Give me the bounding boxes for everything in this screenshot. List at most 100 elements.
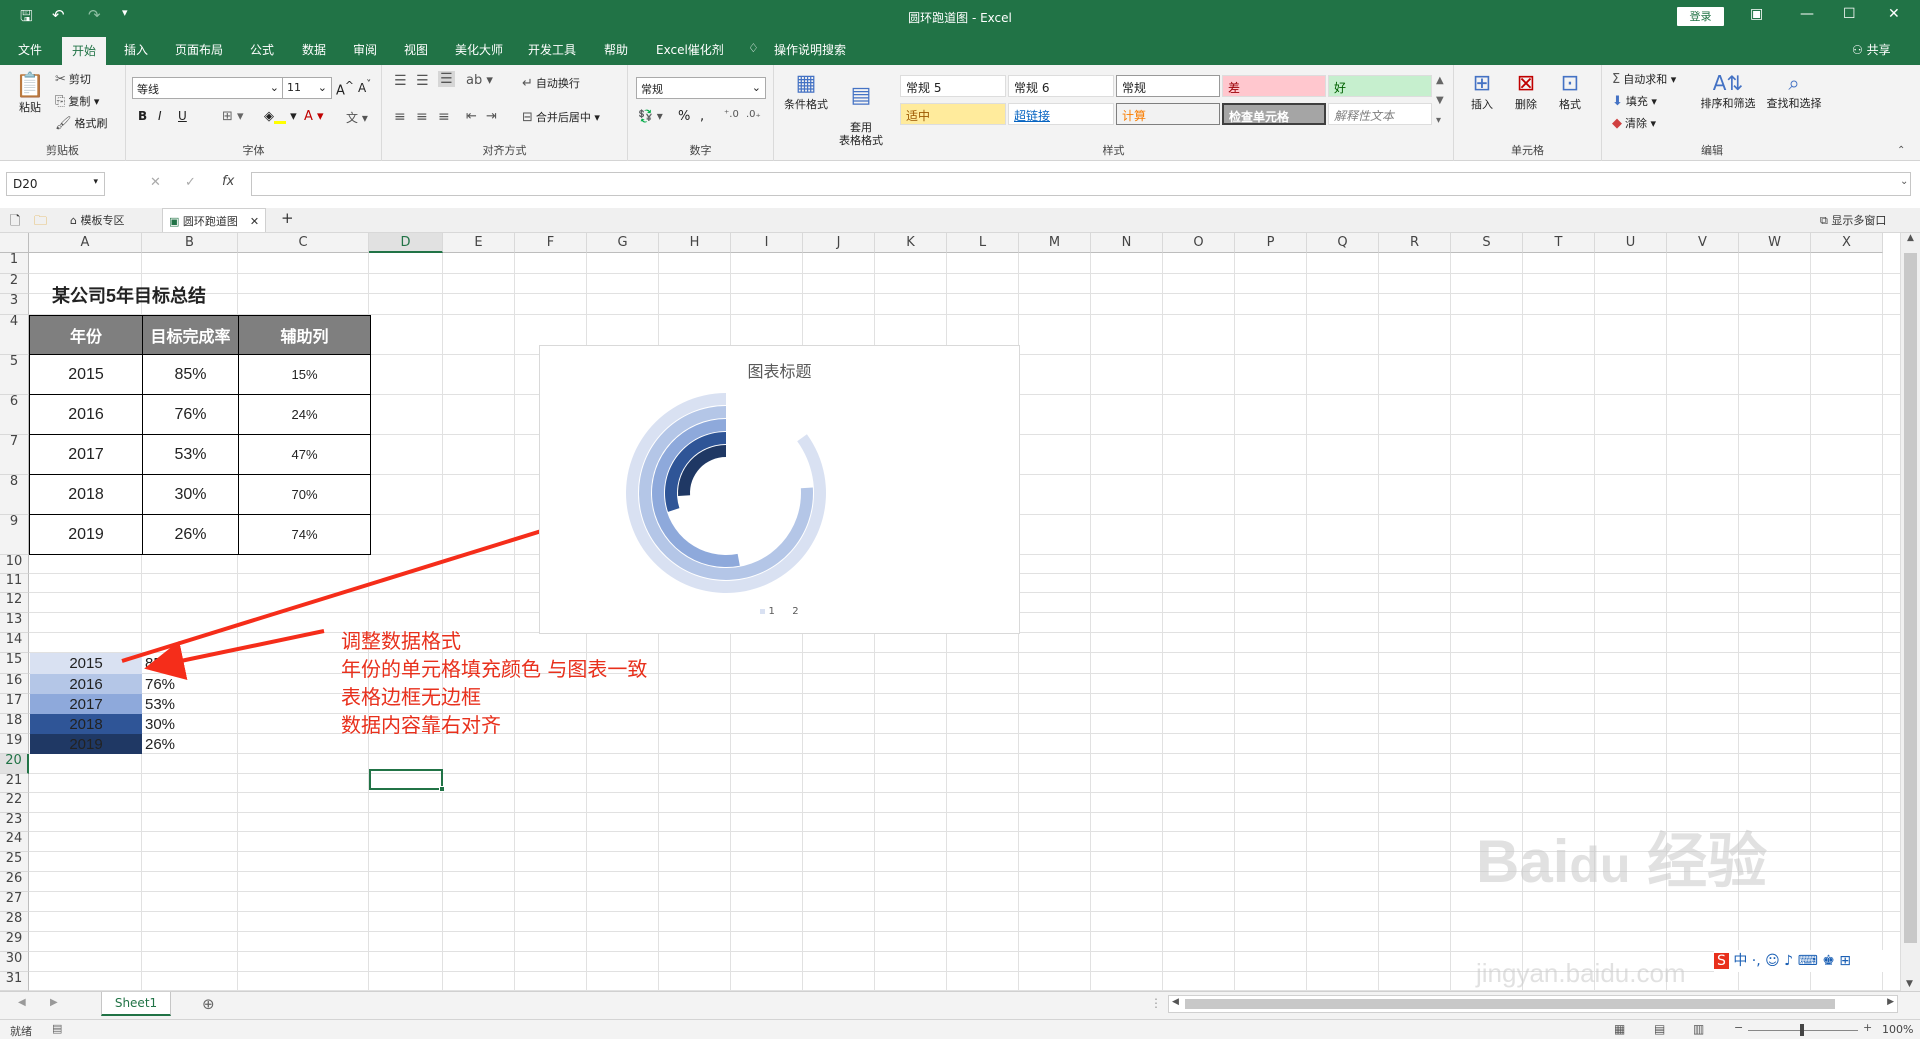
style-normal6[interactable]: 常规 6 <box>1008 75 1114 97</box>
font-color-icon[interactable]: A ▾ <box>304 109 324 124</box>
scroll-up-icon[interactable]: ▲ <box>1901 233 1920 243</box>
font-size-select[interactable]: 11 ⌄ <box>282 77 332 99</box>
macro-record-icon[interactable]: ▤ <box>52 1022 62 1035</box>
add-tab-icon[interactable]: + <box>281 209 294 227</box>
tab-help[interactable]: 帮助 <box>604 41 628 58</box>
folder-icon[interactable]: 🗀 <box>34 212 47 234</box>
currency-icon[interactable]: 💱 ▾ <box>638 109 663 123</box>
doc-tab-current[interactable]: ▣ 圆环跑道图 ✕ <box>162 208 267 232</box>
horizontal-scrollbar[interactable]: ◀ ▶ <box>1168 995 1898 1013</box>
tell-me-search[interactable]: 操作说明搜索 <box>774 41 846 58</box>
tab-split-icon[interactable]: ⋮ <box>1150 996 1162 1010</box>
number-format-select[interactable]: 常规 ⌄ <box>636 77 766 99</box>
find-select-button[interactable]: ⌕ 查找和选择 <box>1764 71 1824 111</box>
tab-view[interactable]: 视图 <box>404 41 428 58</box>
style-normal5[interactable]: 常规 5 <box>900 75 1006 97</box>
grow-font-icon[interactable]: A^ <box>336 79 354 98</box>
fill-button[interactable]: ⬇ 填充 ▾ <box>1612 93 1657 109</box>
minimize-icon[interactable]: — <box>1800 6 1814 22</box>
style-good[interactable]: 好 <box>1328 75 1432 97</box>
conditional-format-button[interactable]: ▦ 条件格式 <box>780 71 832 112</box>
close-icon[interactable]: ✕ <box>1888 6 1900 22</box>
tab-review[interactable]: 审阅 <box>353 41 377 58</box>
align-center-icon[interactable]: ≡ <box>416 109 428 125</box>
align-left-icon[interactable]: ≡ <box>394 109 406 125</box>
style-hyperlink[interactable]: 超链接 <box>1008 103 1114 125</box>
align-middle-icon[interactable]: ☰ <box>416 73 429 89</box>
show-windows-button[interactable]: ⧉ 显示多窗口 <box>1820 212 1886 228</box>
tab-home[interactable]: 开始 <box>62 37 107 65</box>
copy-button[interactable]: ⎘ 复制 ▾ <box>55 93 99 109</box>
align-bottom-icon[interactable]: ☰ <box>438 71 455 87</box>
doughnut-chart[interactable]: 图表标题 1 2 <box>539 345 1020 634</box>
login-button[interactable]: 登录 <box>1677 7 1724 26</box>
vertical-scroll-thumb[interactable] <box>1904 253 1917 943</box>
bold-button[interactable]: B <box>138 109 147 123</box>
styles-scroll-icon[interactable]: ▲ ▼ ▾ <box>1436 71 1444 131</box>
style-normal[interactable]: 常规 <box>1116 75 1220 97</box>
collapse-ribbon-icon[interactable]: ⌃ <box>1897 145 1905 156</box>
style-explanatory[interactable]: 解释性文本 <box>1328 103 1432 125</box>
insert-function-icon[interactable]: fx <box>222 174 234 189</box>
normal-view-icon[interactable]: ▦ <box>1614 1022 1625 1036</box>
zoom-in-icon[interactable]: + <box>1863 1021 1872 1034</box>
tab-beautify[interactable]: 美化大师 <box>455 41 503 58</box>
tab-excel-catalyst[interactable]: Excel催化剂 <box>656 41 724 58</box>
format-cells-button[interactable]: ⊡ 格式 <box>1550 71 1590 112</box>
vertical-scrollbar[interactable]: ▲ ▼ <box>1900 233 1920 991</box>
page-layout-view-icon[interactable]: ▤ <box>1654 1022 1665 1036</box>
orientation-icon[interactable]: ab ▾ <box>466 73 493 88</box>
horizontal-scroll-thumb[interactable] <box>1185 999 1835 1009</box>
scroll-down-icon[interactable]: ▼ <box>1906 979 1913 989</box>
decrease-decimal-icon[interactable]: .0₊ <box>746 109 761 120</box>
clear-button[interactable]: ◆ 清除 ▾ <box>1612 115 1656 131</box>
sort-filter-button[interactable]: A⇅ 排序和筛选 <box>1698 71 1758 111</box>
zoom-slider-thumb[interactable] <box>1800 1024 1804 1036</box>
delete-cells-button[interactable]: ⊠ 删除 <box>1506 71 1546 112</box>
scroll-left-icon[interactable]: ◀ <box>1172 997 1179 1007</box>
tab-file[interactable]: 文件 <box>18 41 42 58</box>
border-icon[interactable]: ⊞ ▾ <box>222 109 244 124</box>
share-button[interactable]: ⚇ 共享 <box>1852 41 1891 58</box>
align-top-icon[interactable]: ☰ <box>394 73 407 89</box>
align-right-icon[interactable]: ≡ <box>438 109 450 125</box>
prev-sheet-icon[interactable]: ◀ <box>18 997 26 1008</box>
zoom-level[interactable]: 100% <box>1882 1023 1913 1036</box>
maximize-icon[interactable]: ☐ <box>1843 6 1856 22</box>
zoom-out-icon[interactable]: − <box>1734 1021 1743 1034</box>
increase-indent-icon[interactable]: ⇥ <box>486 109 497 124</box>
doc-tab-templates[interactable]: ⌂ 模板专区 <box>70 212 124 228</box>
cancel-icon[interactable]: ✕ <box>150 175 161 190</box>
cut-button[interactable]: ✂ 剪切 <box>55 71 91 87</box>
insert-cells-button[interactable]: ⊞ 插入 <box>1462 71 1502 112</box>
increase-decimal-icon[interactable]: ⁺.0 <box>724 109 739 120</box>
next-sheet-icon[interactable]: ▶ <box>50 997 58 1008</box>
tab-data[interactable]: 数据 <box>302 41 326 58</box>
enter-icon[interactable]: ✓ <box>185 175 196 190</box>
scroll-right-icon[interactable]: ▶ <box>1887 997 1894 1007</box>
tab-insert[interactable]: 插入 <box>124 41 148 58</box>
page-break-view-icon[interactable]: ▥ <box>1693 1022 1704 1036</box>
ime-toolbar[interactable]: S 中 ·, ☺ ♪ ⌨ ♚ ⊞ <box>1714 950 1914 972</box>
ribbon-display-icon[interactable]: ▣ <box>1750 6 1763 22</box>
new-file-icon[interactable]: 🗋 <box>10 212 20 234</box>
add-sheet-icon[interactable]: ⊕ <box>202 995 215 1013</box>
underline-button[interactable]: U <box>178 109 187 123</box>
style-calculation[interactable]: 计算 <box>1116 103 1220 125</box>
expand-formula-icon[interactable]: ⌄ <box>1900 176 1908 187</box>
percent-button[interactable]: % <box>678 109 690 124</box>
tab-page-layout[interactable]: 页面布局 <box>175 41 223 58</box>
wrap-text-button[interactable]: ↵ 自动换行 <box>522 75 580 91</box>
name-box[interactable]: D20 ▾ <box>6 172 105 196</box>
tab-formulas[interactable]: 公式 <box>250 41 274 58</box>
paste-button[interactable]: 📋 粘贴 <box>14 71 46 119</box>
formula-input[interactable] <box>251 172 1911 196</box>
merge-center-button[interactable]: ⊟ 合并后居中 ▾ <box>522 109 600 125</box>
style-bad[interactable]: 差 <box>1222 75 1326 97</box>
sheet-tab-sheet1[interactable]: Sheet1 <box>101 992 171 1016</box>
comma-button[interactable]: , <box>700 109 704 124</box>
style-check-cell[interactable]: 检查单元格 <box>1222 103 1326 125</box>
close-tab-icon[interactable]: ✕ <box>250 215 259 228</box>
font-name-select[interactable]: 等线 ⌄ <box>132 77 284 99</box>
italic-button[interactable]: I <box>158 109 162 123</box>
